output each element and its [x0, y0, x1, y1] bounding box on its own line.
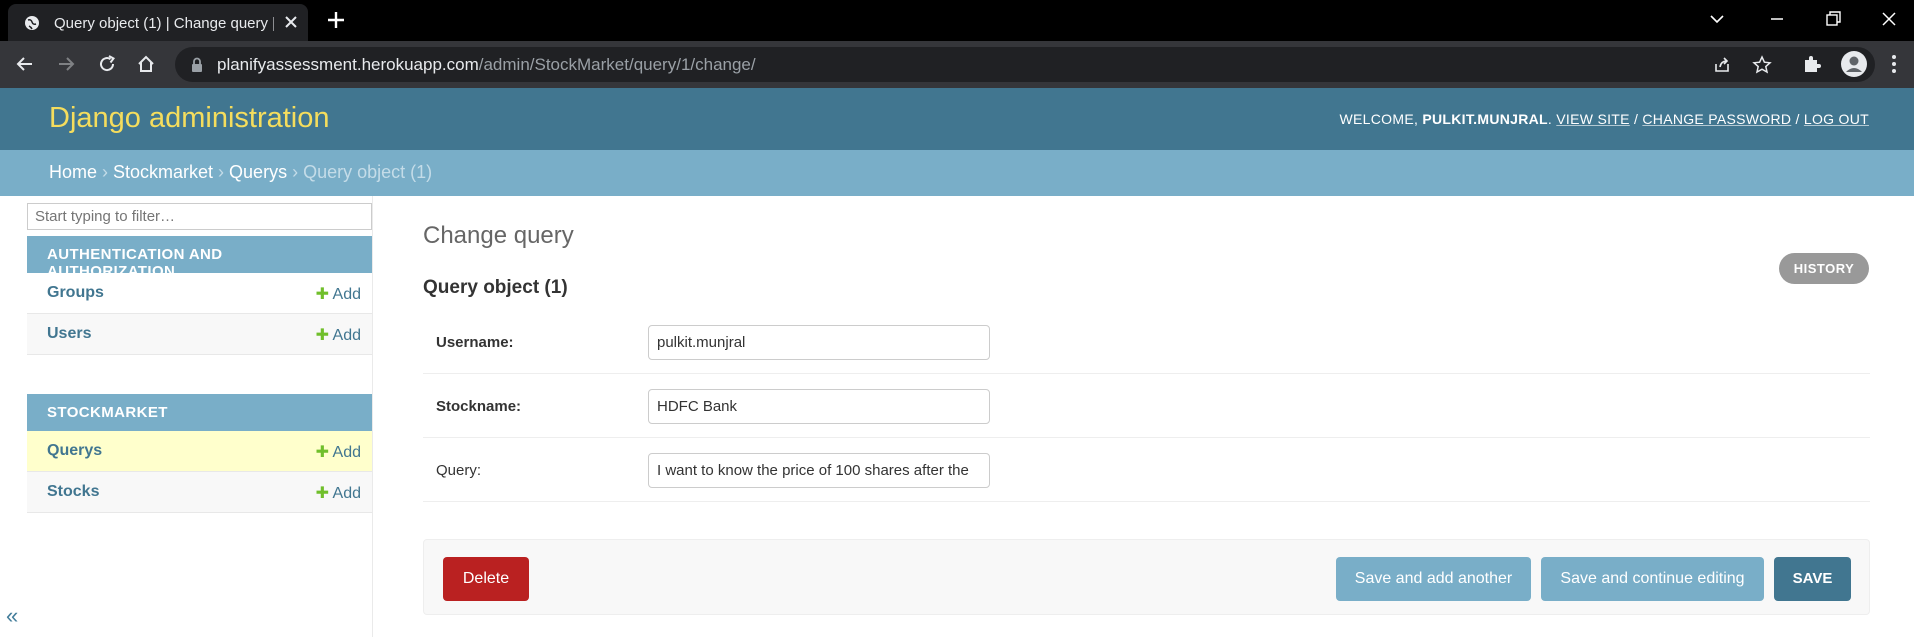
- address-bar[interactable]: planifyassessment.herokuapp.com/admin/St…: [175, 47, 1875, 82]
- sidebar-item-label[interactable]: Querys: [47, 442, 102, 460]
- form-row-stockname: Stockname:: [423, 374, 1870, 438]
- add-groups-link[interactable]: ✚ Add: [316, 284, 361, 304]
- log-out-link[interactable]: LOG OUT: [1804, 111, 1869, 127]
- lock-icon[interactable]: [190, 57, 204, 73]
- back-arrow-icon[interactable]: [14, 53, 36, 75]
- breadcrumb-trail: Home › Stockmarket › Querys › Query obje…: [49, 162, 433, 182]
- breadcrumb: Home › Stockmarket › Querys › Query obje…: [0, 150, 1914, 196]
- module-caption-auth[interactable]: AUTHENTICATION AND AUTHORIZATION: [27, 236, 372, 280]
- sidebar-item-label[interactable]: Users: [47, 325, 91, 343]
- url-host: planifyassessment.herokuapp.com: [217, 55, 479, 74]
- globe-icon: [25, 16, 39, 30]
- add-querys-link[interactable]: ✚ Add: [316, 442, 361, 462]
- plus-icon: ✚: [315, 444, 329, 461]
- history-button[interactable]: HISTORY: [1779, 253, 1869, 284]
- sidebar-item-label[interactable]: Stocks: [47, 483, 99, 501]
- share-icon[interactable]: [1712, 55, 1732, 75]
- new-tab-icon[interactable]: [325, 9, 347, 31]
- add-stocks-link[interactable]: ✚ Add: [316, 483, 361, 503]
- site-branding[interactable]: Django administration: [49, 102, 329, 135]
- save-and-add-another-button[interactable]: Save and add another: [1336, 557, 1531, 601]
- query-field[interactable]: [648, 453, 990, 488]
- breadcrumb-current: Query object (1): [303, 162, 433, 182]
- change-password-link[interactable]: CHANGE PASSWORD: [1642, 111, 1791, 127]
- toggle-sidebar-button[interactable]: «: [6, 603, 18, 629]
- username-label: Username:: [436, 334, 514, 351]
- breadcrumb-app[interactable]: Stockmarket: [113, 162, 213, 182]
- reload-icon[interactable]: [96, 53, 118, 75]
- form-row-query: Query:: [423, 438, 1870, 502]
- sidebar-item-querys[interactable]: Querys ✚ Add: [27, 431, 372, 472]
- nav-filter-input[interactable]: [27, 203, 372, 230]
- url-path: /admin/StockMarket/query/1/change/: [478, 55, 756, 74]
- welcome-text: WELCOME,: [1339, 111, 1419, 127]
- view-site-link[interactable]: VIEW SITE: [1556, 111, 1630, 127]
- username-field[interactable]: [648, 325, 990, 360]
- extensions-puzzle-icon[interactable]: [1800, 52, 1824, 76]
- forward-arrow-icon[interactable]: [55, 53, 77, 75]
- browser-tab[interactable]: Query object (1) | Change query | Django…: [8, 4, 308, 41]
- url-text[interactable]: planifyassessment.herokuapp.com/admin/St…: [217, 55, 756, 75]
- browser-tab-bar: Query object (1) | Change query | Django…: [0, 0, 1914, 41]
- username-label: PULKIT.MUNJRAL: [1422, 111, 1548, 127]
- plus-icon: ✚: [315, 286, 329, 303]
- sidebar-item-users[interactable]: Users ✚ Add: [27, 314, 372, 355]
- object-title: Query object (1): [423, 277, 568, 298]
- delete-button[interactable]: Delete: [443, 557, 529, 601]
- sidebar-item-groups[interactable]: Groups ✚ Add: [27, 273, 372, 314]
- sidebar-item-label[interactable]: Groups: [47, 284, 104, 302]
- save-button[interactable]: SAVE: [1774, 557, 1851, 601]
- window-close-icon[interactable]: [1878, 8, 1900, 30]
- submit-row: Delete Save and add another Save and con…: [423, 539, 1870, 615]
- module-caption-stockmarket[interactable]: STOCKMARKET: [27, 394, 372, 431]
- minimize-icon[interactable]: [1766, 8, 1788, 30]
- add-users-link[interactable]: ✚ Add: [316, 325, 361, 345]
- bookmark-star-icon[interactable]: [1752, 55, 1772, 75]
- close-icon[interactable]: [282, 13, 300, 31]
- save-and-continue-button[interactable]: Save and continue editing: [1541, 557, 1764, 601]
- breadcrumb-model[interactable]: Querys: [229, 162, 287, 182]
- user-tools: WELCOME, PULKIT.MUNJRAL. VIEW SITE / CHA…: [1339, 111, 1869, 127]
- stockname-label: Stockname:: [436, 398, 522, 415]
- form-row-username: Username:: [423, 310, 1870, 374]
- plus-icon: ✚: [315, 327, 329, 344]
- kebab-menu-icon[interactable]: [1882, 52, 1906, 76]
- browser-toolbar: planifyassessment.herokuapp.com/admin/St…: [0, 41, 1914, 88]
- home-icon[interactable]: [135, 53, 157, 75]
- restore-icon[interactable]: [1822, 8, 1844, 30]
- sidebar-item-stocks[interactable]: Stocks ✚ Add: [27, 472, 372, 513]
- plus-icon: ✚: [315, 485, 329, 502]
- admin-header: Django administration WELCOME, PULKIT.MU…: [0, 88, 1914, 150]
- breadcrumb-home[interactable]: Home: [49, 162, 97, 182]
- chevron-down-icon[interactable]: [1706, 8, 1728, 30]
- tab-title: Query object (1) | Change query | Django…: [54, 15, 274, 32]
- nav-sidebar: AUTHENTICATION AND AUTHORIZATION Groups …: [27, 196, 373, 637]
- query-label: Query:: [436, 462, 482, 479]
- stockname-field[interactable]: [648, 389, 990, 424]
- page-title: Change query: [423, 222, 574, 249]
- profile-avatar-icon[interactable]: [1840, 50, 1868, 78]
